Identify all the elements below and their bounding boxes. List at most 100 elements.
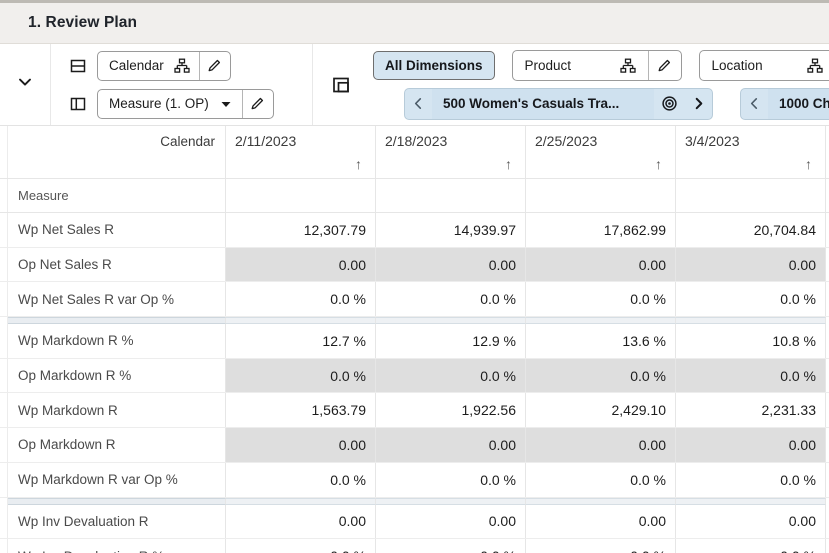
sort-ascending-icon[interactable]: ↑ [805,157,812,171]
chevron-left-icon[interactable] [741,89,768,119]
table-cell[interactable]: 0.00 [676,248,826,282]
table-cell[interactable]: 0.0 % [376,463,526,497]
column-header[interactable]: 2/11/2023 ↑ [226,126,376,178]
table-cell[interactable]: 0.0 % [676,359,826,393]
hierarchy-icon[interactable] [620,51,648,80]
grid-gutter [0,248,8,282]
column-header[interactable]: 2/18/2023↑ [376,126,526,178]
table-cell[interactable]: 0.00 [226,428,376,462]
table-cell[interactable]: 14,939.97 [376,213,526,247]
table-cell[interactable]: 20,704.84 [676,213,826,247]
selection-pill-product[interactable]: 500 Women's Casuals Tra... [404,88,713,120]
dimension-buttons-row: All Dimensions Product [369,47,829,85]
column-header[interactable]: 3/4/2023↑ [676,126,826,178]
grid-gutter [0,126,8,178]
table-cell[interactable]: 0.00 [376,248,526,282]
table-cell[interactable]: 2,429.10 [526,393,676,427]
dimension-button-product[interactable]: Product [512,50,682,81]
grid-gutter [0,324,8,358]
grid-gutter [0,317,8,324]
row-header-label[interactable]: Wp Inv Devaluation R [8,505,226,539]
row-axis-row: Calendar [59,47,312,85]
row-header-label[interactable]: Wp Markdown R var Op % [8,463,226,497]
table-cell[interactable]: 0.0 % [526,539,676,553]
table-cell[interactable]: 0.00 [226,505,376,539]
row-header-label[interactable]: Wp Net Sales R var Op % [8,282,226,316]
table-cell[interactable]: 12.9 % [376,324,526,358]
hierarchy-icon[interactable] [807,51,829,80]
table-cell[interactable]: 0.00 [676,428,826,462]
column-header[interactable]: 2/25/2023↑ [526,126,676,178]
table-cell[interactable]: 0.00 [676,505,826,539]
table-cell[interactable]: 0.0 % [676,463,826,497]
chevron-right-icon[interactable] [685,89,712,119]
table-cell[interactable]: 1,922.56 [376,393,526,427]
grid-gutter [0,359,8,393]
table-cell[interactable]: 2,231.33 [676,393,826,427]
pencil-icon[interactable] [243,90,273,118]
table-cell[interactable]: 0.00 [376,428,526,462]
row-header-label[interactable]: Wp Markdown R [8,393,226,427]
table-cell[interactable]: 0.0 % [376,359,526,393]
panel-layout-icon[interactable] [313,44,369,125]
table-row: Wp Markdown R %12.7 %12.9 %13.6 %10.8 % [0,324,829,359]
table-cell[interactable]: 10.8 % [676,324,826,358]
table-cell[interactable]: 0.0 % [676,282,826,316]
table-cell[interactable]: 0.0 % [226,282,376,316]
row-header-label[interactable]: Wp Inv Devaluation R % [8,539,226,553]
table-cell[interactable]: 0.00 [526,505,676,539]
table-cell[interactable]: 0.0 % [226,359,376,393]
column-header-label: 2/11/2023 [235,133,375,149]
chevron-left-icon[interactable] [405,89,432,119]
measure-band: Measure [0,179,829,213]
table-cell[interactable]: 12,307.79 [226,213,376,247]
table-cell[interactable]: 0.0 % [526,359,676,393]
hierarchy-icon[interactable] [172,52,199,80]
table-cell[interactable]: 0.0 % [526,463,676,497]
pencil-icon[interactable] [649,51,681,80]
all-dimensions-button[interactable]: All Dimensions [373,51,495,80]
table-cell[interactable]: 0.0 % [676,539,826,553]
columns-layout-icon[interactable] [59,95,97,113]
grid-gutter [0,463,8,497]
column-axis-label: Measure (1. OP) [98,90,217,118]
measure-band-cell [376,179,526,212]
measure-band-cell [226,179,376,212]
row-header-label[interactable]: Op Net Sales R [8,248,226,282]
table-cell[interactable]: 0.0 % [526,282,676,316]
table-cell[interactable]: 0.00 [226,248,376,282]
pencil-icon[interactable] [200,52,230,80]
table-cell[interactable]: 0.00 [376,505,526,539]
table-cell[interactable]: 0.0 % [376,539,526,553]
table-cell[interactable]: 0.00 [526,428,676,462]
table-cell[interactable]: 12.7 % [226,324,376,358]
row-axis-selector[interactable]: Calendar [97,51,231,81]
column-axis-selector[interactable]: Measure (1. OP) [97,89,274,119]
table-cell[interactable]: 0.0 % [226,463,376,497]
table-cell[interactable]: 0.00 [526,248,676,282]
table-row: Op Markdown R %0.0 %0.0 %0.0 %0.0 % [0,359,829,394]
table-cell[interactable]: 1,563.79 [226,393,376,427]
table-cell[interactable]: 0.0 % [376,282,526,316]
sort-ascending-icon[interactable]: ↑ [355,157,362,171]
dimension-label-location: Location [700,51,773,80]
target-icon[interactable] [654,89,685,119]
row-header-label[interactable]: Wp Net Sales R [8,213,226,247]
sort-ascending-icon[interactable]: ↑ [655,157,662,171]
table-cell[interactable]: 13.6 % [526,324,676,358]
table-row: Wp Inv Devaluation R0.000.000.000.00 [0,505,829,540]
row-header-label[interactable]: Op Markdown R [8,428,226,462]
table-cell[interactable]: 17,862.99 [526,213,676,247]
row-header-label[interactable]: Op Markdown R % [8,359,226,393]
caret-down-icon[interactable] [217,90,242,118]
collapse-toolbar-button[interactable] [0,44,51,125]
sort-ascending-icon[interactable]: ↑ [505,157,512,171]
grid-column-headers: Calendar 2/11/2023↑2/18/2023↑2/25/2023↑3… [0,126,829,179]
dimension-button-location[interactable]: Location [699,50,829,81]
selection-pill-location[interactable]: 1000 Charlot [740,88,829,120]
rows-layout-icon[interactable] [59,57,97,75]
selection-label-location: 1000 Charlot [768,89,829,119]
row-header-label[interactable]: Wp Markdown R % [8,324,226,358]
group-separator-cell [376,317,526,324]
table-cell[interactable]: 0.0 % [226,539,376,553]
